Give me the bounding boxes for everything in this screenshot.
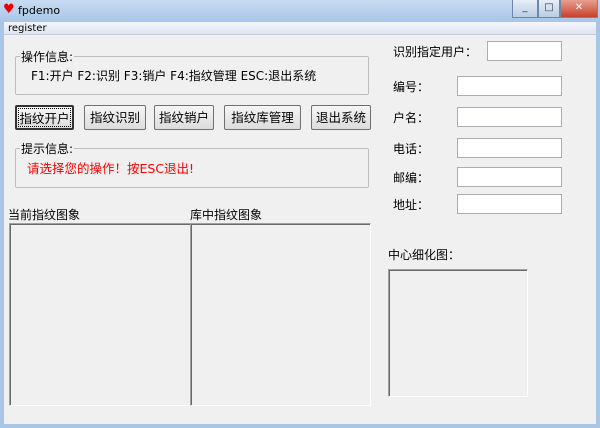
fingerprint-db-manage-button[interactable]: 指纹库管理	[224, 105, 301, 130]
client-area: 操作信息: F1:开户 F2:识别 F3:销户 F4:指纹管理 ESC:退出系统…	[4, 35, 596, 424]
postcode-label: 邮编：	[393, 171, 430, 185]
postcode-input[interactable]	[457, 167, 562, 187]
minimize-button[interactable]: _	[512, 0, 538, 18]
delete-account-button[interactable]: 指纹销户	[154, 105, 214, 130]
operation-info-text: F1:开户 F2:识别 F3:销户 F4:指纹管理 ESC:退出系统	[31, 69, 317, 83]
window-title: fpdemo	[18, 4, 61, 17]
exit-system-button[interactable]: 退出系统	[311, 105, 371, 130]
address-input[interactable]	[457, 194, 562, 214]
phone-label: 电话：	[393, 142, 430, 156]
operation-info-label: 操作信息:	[20, 48, 75, 65]
library-fingerprint-image	[190, 223, 371, 406]
app-heart-icon: ♥	[3, 2, 15, 17]
identify-user-label: 识别指定用户：	[393, 45, 478, 59]
identify-user-input[interactable]	[487, 41, 562, 61]
current-fingerprint-image	[9, 223, 191, 406]
id-input[interactable]	[457, 76, 562, 96]
id-label: 编号：	[393, 80, 430, 94]
center-thinning-label: 中心细化图：	[388, 248, 461, 262]
prompt-info-label: 提示信息:	[20, 140, 75, 157]
enroll-button[interactable]: 指纹开户	[15, 105, 74, 130]
menu-bar: register	[4, 22, 596, 35]
name-label: 户名：	[393, 111, 430, 125]
address-label: 地址：	[393, 198, 430, 212]
maximize-button[interactable]: □	[538, 0, 560, 18]
library-fingerprint-label: 库中指纹图象	[190, 208, 263, 222]
center-thinning-image	[388, 269, 528, 397]
prompt-info-group: 提示信息: 请选择您的操作！按ESC退出!	[15, 140, 369, 188]
menu-register[interactable]: register	[8, 22, 47, 35]
phone-input[interactable]	[457, 138, 562, 158]
prompt-info-text: 请选择您的操作！按ESC退出!	[27, 161, 195, 176]
close-button[interactable]: ✕	[560, 0, 598, 18]
operation-info-group: 操作信息: F1:开户 F2:识别 F3:销户 F4:指纹管理 ESC:退出系统	[15, 48, 369, 95]
name-input[interactable]	[457, 107, 562, 127]
current-fingerprint-label: 当前指纹图象	[8, 208, 81, 222]
identify-button[interactable]: 指纹识别	[84, 105, 146, 130]
title-bar: ♥ fpdemo _ □ ✕	[0, 0, 600, 22]
